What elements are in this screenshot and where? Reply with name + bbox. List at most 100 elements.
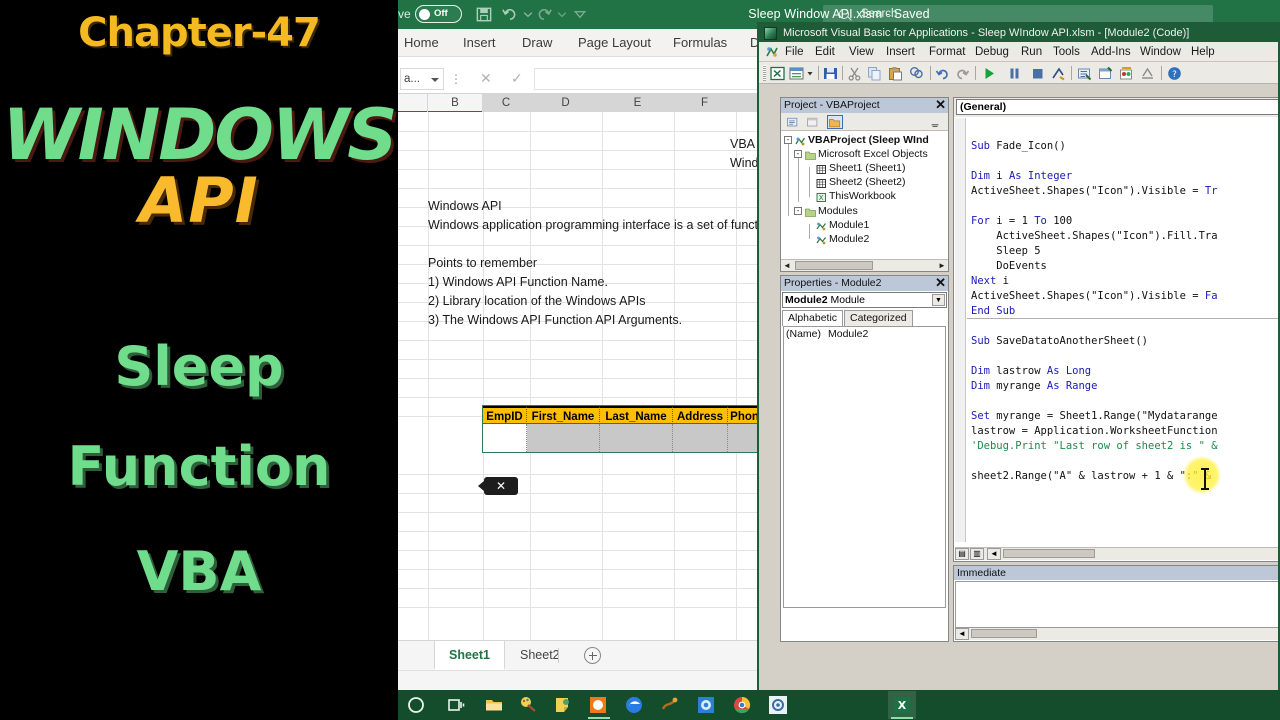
ribbon-tab-page-layout[interactable]: Page Layout	[578, 29, 651, 57]
project-horizontal-scrollbar[interactable]: ◄ ►	[781, 259, 948, 271]
properties-window-icon[interactable]	[1098, 66, 1113, 81]
tree-node-module1[interactable]: Module1	[829, 218, 869, 232]
chevron-down-icon[interactable]: ▼	[932, 294, 945, 306]
paint-icon[interactable]	[518, 695, 538, 715]
tab-categorized[interactable]: Categorized	[844, 310, 913, 326]
tree-node-sheet2[interactable]: Sheet2 (Sheet2)	[829, 175, 905, 189]
settings-icon[interactable]	[768, 695, 788, 715]
menu-run[interactable]: Run	[1021, 42, 1042, 62]
scrollbar-thumb[interactable]	[1003, 549, 1095, 558]
scroll-left-icon[interactable]: ◄	[987, 548, 1001, 560]
photos-icon[interactable]	[696, 695, 716, 715]
sheet-tab-sheet1[interactable]: Sheet1	[434, 641, 505, 670]
help-icon[interactable]: ?	[1167, 66, 1182, 81]
menu-edit[interactable]: Edit	[815, 42, 835, 62]
immediate-input[interactable]	[955, 581, 1278, 628]
file-explorer-icon[interactable]	[484, 695, 504, 715]
column-header-e[interactable]: E	[602, 94, 674, 112]
panel-options-icon[interactable]	[929, 115, 941, 129]
ribbon-tab-formulas[interactable]: Formulas	[673, 29, 727, 57]
close-icon[interactable]: ✕	[935, 276, 946, 290]
autosave-toggle[interactable]: Off	[415, 5, 462, 23]
table-row[interactable]	[600, 424, 673, 452]
redo-dropdown-icon[interactable]	[552, 5, 572, 24]
cancel-icon[interactable]: ✕	[480, 70, 492, 87]
scrollbar-thumb[interactable]	[795, 261, 873, 270]
redo-icon[interactable]	[534, 5, 554, 24]
toggle-folders-icon[interactable]	[827, 115, 843, 129]
code-horizontal-scrollbar[interactable]: ▤ ▥ ◄	[955, 547, 1278, 560]
menu-tools[interactable]: Tools	[1053, 42, 1080, 62]
shape-close-button[interactable]: ✕	[478, 477, 518, 495]
menu-file[interactable]: File	[785, 42, 804, 62]
sticky-notes-icon[interactable]	[553, 695, 573, 715]
undo-icon[interactable]	[500, 5, 520, 24]
scrollbar-thumb[interactable]	[971, 629, 1037, 638]
find-icon[interactable]	[909, 66, 924, 81]
tree-node-sheet1[interactable]: Sheet1 (Sheet1)	[829, 161, 905, 175]
code-scope-combo[interactable]: (General)	[956, 99, 1278, 115]
menu-insert[interactable]: Insert	[886, 42, 915, 62]
view-excel-icon[interactable]	[770, 66, 785, 81]
immediate-horizontal-scrollbar[interactable]: ◄	[955, 628, 1278, 640]
tree-node-thisworkbook[interactable]: ThisWorkbook	[829, 189, 896, 203]
customize-quick-access-icon[interactable]	[570, 5, 590, 24]
menu-debug[interactable]: Debug	[975, 42, 1009, 62]
tree-expander[interactable]: -	[784, 136, 792, 144]
toolbar-grip[interactable]	[763, 65, 766, 81]
menu-view[interactable]: View	[849, 42, 874, 62]
save-icon[interactable]	[474, 5, 494, 24]
chrome-icon[interactable]	[732, 695, 752, 715]
view-code-icon[interactable]	[785, 115, 801, 129]
edge-icon[interactable]	[624, 695, 644, 715]
table-row[interactable]	[527, 424, 600, 452]
menu-window[interactable]: Window	[1140, 42, 1181, 62]
toolbox-icon[interactable]	[1140, 66, 1155, 81]
tree-node-vbaproject[interactable]: VBAProject (Sleep WInd	[808, 133, 929, 147]
ribbon-tab-draw[interactable]: Draw	[522, 29, 552, 57]
table-row[interactable]	[483, 424, 527, 452]
full-module-view-icon[interactable]: ▥	[970, 548, 984, 560]
tab-alphabetic[interactable]: Alphabetic	[782, 310, 844, 326]
reset-icon[interactable]	[1030, 66, 1045, 81]
run-icon[interactable]	[982, 66, 997, 81]
menu-format[interactable]: Format	[929, 42, 965, 62]
code-margin-indicator-bar[interactable]	[955, 118, 966, 542]
scroll-right-icon[interactable]: ►	[936, 260, 948, 271]
property-value[interactable]: Module2	[828, 328, 868, 340]
sheet-tab-sheet2[interactable]: Sheet2	[506, 641, 574, 670]
view-object-icon[interactable]	[805, 115, 821, 129]
tree-node-excel-objects[interactable]: Microsoft Excel Objects	[818, 147, 928, 161]
object-browser-icon[interactable]	[1119, 66, 1134, 81]
camtasia-icon[interactable]	[660, 695, 680, 715]
design-mode-icon[interactable]	[1051, 66, 1066, 81]
properties-object-combo[interactable]: Module2 Module ▼	[782, 292, 947, 308]
taskbar-excel-button[interactable]: X	[888, 691, 916, 719]
properties-grid[interactable]: (Name) Module2	[783, 326, 946, 608]
copy-icon[interactable]	[867, 66, 882, 81]
name-box[interactable]: a...	[400, 68, 444, 90]
scroll-left-icon[interactable]: ◄	[955, 628, 969, 640]
ribbon-tab-home[interactable]: Home	[404, 29, 439, 57]
tree-node-module2[interactable]: Module2	[829, 232, 869, 246]
column-header-c[interactable]: C	[483, 94, 530, 112]
task-view-icon[interactable]	[446, 695, 466, 715]
column-header-b[interactable]: B	[428, 94, 483, 112]
ribbon-tab-insert[interactable]: Insert	[463, 29, 496, 57]
menu-add-ins[interactable]: Add-Ins	[1091, 42, 1131, 62]
vlc-icon[interactable]	[588, 695, 608, 715]
tree-expander[interactable]: -	[794, 150, 802, 158]
save-icon[interactable]	[823, 66, 838, 81]
procedure-view-icon[interactable]: ▤	[955, 548, 969, 560]
project-explorer-icon[interactable]	[1077, 66, 1092, 81]
cortana-icon[interactable]	[406, 695, 426, 715]
column-header-f[interactable]: F	[674, 94, 736, 112]
confirm-icon[interactable]: ✓	[511, 70, 523, 87]
close-icon[interactable]: ✕	[935, 98, 946, 112]
redo-icon[interactable]	[955, 66, 970, 81]
scroll-left-icon[interactable]: ◄	[781, 260, 793, 271]
code-editor[interactable]: Sub Fade_Icon() Dim i As Integer ActiveS…	[967, 118, 1278, 542]
paste-icon[interactable]	[888, 66, 903, 81]
add-sheet-icon[interactable]	[584, 647, 601, 664]
menu-help[interactable]: Help	[1191, 42, 1215, 62]
